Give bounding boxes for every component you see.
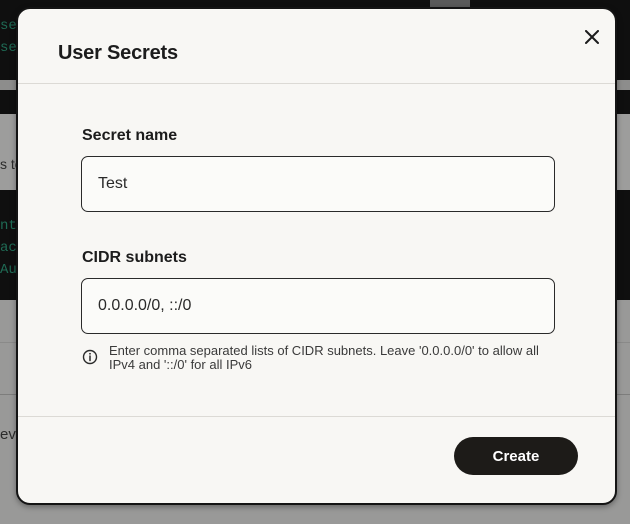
code-line: se xyxy=(0,40,17,56)
create-button[interactable]: Create xyxy=(454,437,578,475)
user-secrets-dialog: User Secrets Secret name CIDR subnets En… xyxy=(16,7,617,505)
footer-divider xyxy=(18,416,615,417)
code-line: nt xyxy=(0,218,17,234)
code-line: ac xyxy=(0,240,17,256)
secret-name-label: Secret name xyxy=(82,127,178,144)
cidr-subnets-label: CIDR subnets xyxy=(82,249,187,266)
cidr-subnets-input[interactable] xyxy=(81,278,555,334)
dialog-title: User Secrets xyxy=(58,42,178,64)
secret-name-input[interactable] xyxy=(81,156,555,212)
close-button[interactable] xyxy=(580,25,604,49)
code-line: se xyxy=(0,18,17,34)
background-text: ev xyxy=(0,426,16,443)
hint-text: Enter comma separated lists of CIDR subn… xyxy=(109,343,539,372)
header-divider xyxy=(18,83,615,84)
close-icon xyxy=(585,30,599,44)
code-line: Au xyxy=(0,262,17,278)
info-icon xyxy=(82,349,98,365)
cidr-hint: Enter comma separated lists of CIDR subn… xyxy=(82,344,552,372)
